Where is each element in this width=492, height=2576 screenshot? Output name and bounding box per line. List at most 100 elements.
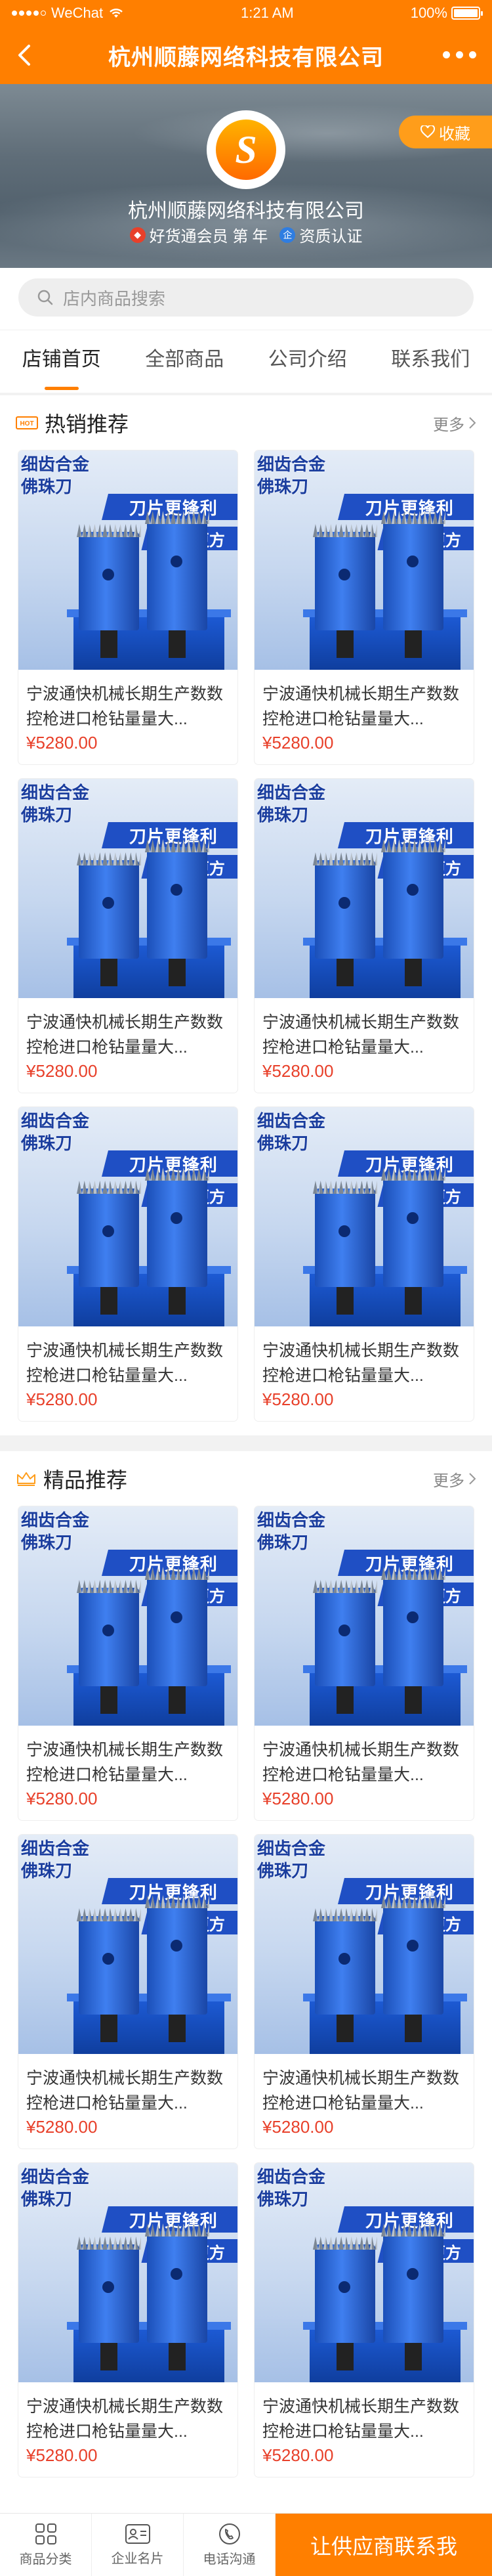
product-image[interactable]: 细齿合金 佛珠刀刀片更锋利成型更方 <box>255 779 474 998</box>
product-name[interactable]: 宁波通快机械长期生产数数控枪进口枪钻量量大... <box>26 1338 232 1388</box>
bottom-item-business-card[interactable]: 企业名片 <box>92 2514 184 2576</box>
favorite-label: 收藏 <box>439 125 470 143</box>
product-image-slogan-1: 刀片更锋利 <box>338 1550 474 1576</box>
member-text: 好货通会员 第 <box>149 228 249 246</box>
product-card[interactable]: 细齿合金 佛珠刀刀片更锋利成型更方宁波通快机械长期生产数数控枪进口枪钻量量大..… <box>255 779 474 1093</box>
product-price: ¥5280.00 <box>262 733 334 753</box>
product-card[interactable]: 细齿合金 佛珠刀刀片更锋利成型更方宁波通快机械长期生产数数控枪进口枪钻量量大..… <box>18 779 237 1093</box>
product-price: ¥5280.00 <box>262 1061 334 1081</box>
product-name[interactable]: 宁波通快机械长期生产数数控枪进口枪钻量量大... <box>262 2066 468 2116</box>
product-image-slogan-1: 刀片更锋利 <box>338 1150 474 1177</box>
hot-section-title: 热销推荐 <box>45 412 129 436</box>
hot-more-link[interactable]: 更多 <box>433 412 476 435</box>
grid-icon <box>35 2523 56 2544</box>
hot-section-header: HOT 热销推荐 更多 <box>0 395 492 450</box>
product-name[interactable]: 宁波通快机械长期生产数数控枪进口枪钻量量大... <box>262 682 468 731</box>
back-arrow-icon[interactable] <box>12 42 38 68</box>
crown-icon <box>17 1472 35 1486</box>
tab-contact-us[interactable]: 联系我们 <box>369 330 492 393</box>
featured-section-title: 精品推荐 <box>43 1468 128 1492</box>
product-image[interactable]: 细齿合金 佛珠刀刀片更锋利成型更方 <box>18 2163 237 2382</box>
product-image[interactable]: 细齿合金 佛珠刀刀片更锋利成型更方 <box>255 450 474 670</box>
product-image[interactable]: 细齿合金 佛珠刀刀片更锋利成型更方 <box>18 1506 237 1726</box>
status-left: WeChat <box>12 5 124 22</box>
card-icon <box>125 2524 150 2544</box>
product-image[interactable]: 细齿合金 佛珠刀刀片更锋利成型更方 <box>255 1835 474 2054</box>
product-image[interactable]: 细齿合金 佛珠刀刀片更锋利成型更方 <box>18 779 237 998</box>
product-name[interactable]: 宁波通快机械长期生产数数控枪进口枪钻量量大... <box>262 1010 468 1060</box>
product-name[interactable]: 宁波通快机械长期生产数数控枪进口枪钻量量大... <box>262 1737 468 1787</box>
product-name[interactable]: 宁波通快机械长期生产数数控枪进口枪钻量量大... <box>26 1737 232 1787</box>
product-card[interactable]: 细齿合金 佛珠刀刀片更锋利成型更方宁波通快机械长期生产数数控枪进口枪钻量量大..… <box>18 1506 237 1820</box>
bottom-item-label: 企业名片 <box>111 2552 164 2566</box>
product-image[interactable]: 细齿合金 佛珠刀刀片更锋利成型更方 <box>18 1835 237 2054</box>
product-image[interactable]: 细齿合金 佛珠刀刀片更锋利成型更方 <box>18 1107 237 1326</box>
bottom-bar: 商品分类 企业名片 电话沟通 让供应商联系我 <box>0 2513 492 2576</box>
product-image[interactable]: 细齿合金 佛珠刀刀片更锋利成型更方 <box>255 1107 474 1326</box>
product-card[interactable]: 细齿合金 佛珠刀刀片更锋利成型更方宁波通快机械长期生产数数控枪进口枪钻量量大..… <box>18 1107 237 1421</box>
search-icon <box>37 290 53 305</box>
bottom-item-label: 电话沟通 <box>203 2552 256 2567</box>
product-name[interactable]: 宁波通快机械长期生产数数控枪进口枪钻量量大... <box>262 1338 468 1388</box>
shop-tabs: 店铺首页 全部商品 公司介绍 联系我们 <box>0 330 492 393</box>
product-image-tagline: 细齿合金 佛珠刀 <box>21 783 90 825</box>
product-image-tagline: 细齿合金 佛珠刀 <box>257 2167 326 2209</box>
bottom-item-phone[interactable]: 电话沟通 <box>184 2514 276 2576</box>
tab-all-products[interactable]: 全部商品 <box>123 330 247 393</box>
product-price: ¥5280.00 <box>262 2117 334 2137</box>
product-price: ¥5280.00 <box>26 1389 98 1409</box>
product-image[interactable]: 细齿合金 佛珠刀刀片更锋利成型更方 <box>18 450 237 670</box>
product-image[interactable]: 细齿合金 佛珠刀刀片更锋利成型更方 <box>255 1506 474 1726</box>
product-card[interactable]: 细齿合金 佛珠刀刀片更锋利成型更方宁波通快机械长期生产数数控枪进口枪钻量量大..… <box>255 1107 474 1421</box>
phone-icon <box>218 2523 240 2544</box>
product-price: ¥5280.00 <box>26 733 98 753</box>
product-card[interactable]: 细齿合金 佛珠刀刀片更锋利成型更方宁波通快机械长期生产数数控枪进口枪钻量量大..… <box>255 1835 474 2149</box>
heart-icon <box>420 125 435 139</box>
product-price: ¥5280.00 <box>262 1389 334 1409</box>
featured-section-header: 精品推荐 更多 <box>0 1451 492 1506</box>
product-image-slogan-1: 刀片更锋利 <box>102 1150 237 1177</box>
product-image-tagline: 细齿合金 佛珠刀 <box>257 1111 326 1153</box>
product-card[interactable]: 细齿合金 佛珠刀刀片更锋利成型更方宁波通快机械长期生产数数控枪进口枪钻量量大..… <box>255 1506 474 1820</box>
tab-shop-home[interactable]: 店铺首页 <box>0 330 123 393</box>
featured-more-link[interactable]: 更多 <box>433 1468 476 1491</box>
contact-supplier-button[interactable]: 让供应商联系我 <box>276 2514 492 2576</box>
shop-logo: S <box>207 110 285 189</box>
tab-company-intro[interactable]: 公司介绍 <box>246 330 369 393</box>
product-price: ¥5280.00 <box>262 2445 334 2465</box>
battery-icon <box>451 7 483 20</box>
product-card[interactable]: 细齿合金 佛珠刀刀片更锋利成型更方宁波通快机械长期生产数数控枪进口枪钻量量大..… <box>18 1835 237 2149</box>
product-card[interactable]: 细齿合金 佛珠刀刀片更锋利成型更方宁波通快机械长期生产数数控枪进口枪钻量量大..… <box>255 2163 474 2477</box>
svg-text:HOT: HOT <box>20 420 33 427</box>
product-name[interactable]: 宁波通快机械长期生产数数控枪进口枪钻量量大... <box>26 2066 232 2116</box>
shop-header: S 收藏 杭州顺藤网络科技有限公司 ◆ 好货通会员 第 年 企 资质认证 <box>0 84 492 268</box>
product-image-tagline: 细齿合金 佛珠刀 <box>257 454 326 496</box>
chevron-right-icon <box>469 417 476 429</box>
wifi-icon <box>110 9 123 18</box>
product-name[interactable]: 宁波通快机械长期生产数数控枪进口枪钻量量大... <box>26 2394 232 2444</box>
product-name[interactable]: 宁波通快机械长期生产数数控枪进口枪钻量量大... <box>26 682 232 731</box>
cert-badge: 企 资质认证 <box>279 223 362 246</box>
page-title: 杭州顺藤网络科技有限公司 <box>108 45 384 70</box>
favorite-button[interactable]: 收藏 <box>399 116 492 148</box>
product-name[interactable]: 宁波通快机械长期生产数数控枪进口枪钻量量大... <box>26 1010 232 1060</box>
more-menu-icon[interactable] <box>443 51 476 58</box>
member-unit: 年 <box>252 228 268 246</box>
status-time: 1:21 AM <box>241 5 294 21</box>
shop-logo-icon: S <box>216 120 276 180</box>
search-placeholder: 店内商品搜索 <box>63 288 166 309</box>
product-image[interactable]: 细齿合金 佛珠刀刀片更锋利成型更方 <box>255 2163 474 2382</box>
product-card[interactable]: 细齿合金 佛珠刀刀片更锋利成型更方宁波通快机械长期生产数数控枪进口枪钻量量大..… <box>255 450 474 764</box>
product-card[interactable]: 细齿合金 佛珠刀刀片更锋利成型更方宁波通快机械长期生产数数控枪进口枪钻量量大..… <box>18 450 237 764</box>
product-price: ¥5280.00 <box>26 1789 98 1808</box>
search-input[interactable]: 店内商品搜索 <box>18 278 474 317</box>
product-price: ¥5280.00 <box>262 1789 334 1808</box>
chevron-right-icon <box>469 1473 476 1485</box>
signal-icon <box>12 11 46 16</box>
product-image-slogan-1: 刀片更锋利 <box>102 822 237 848</box>
top-bar: WeChat 1:21 AM 100% 杭州顺藤网络科技有限公司 <box>0 0 492 84</box>
product-image-slogan-1: 刀片更锋利 <box>338 2206 474 2233</box>
product-card[interactable]: 细齿合金 佛珠刀刀片更锋利成型更方宁波通快机械长期生产数数控枪进口枪钻量量大..… <box>18 2163 237 2477</box>
bottom-item-categories[interactable]: 商品分类 <box>0 2514 92 2576</box>
product-name[interactable]: 宁波通快机械长期生产数数控枪进口枪钻量量大... <box>262 2394 468 2444</box>
